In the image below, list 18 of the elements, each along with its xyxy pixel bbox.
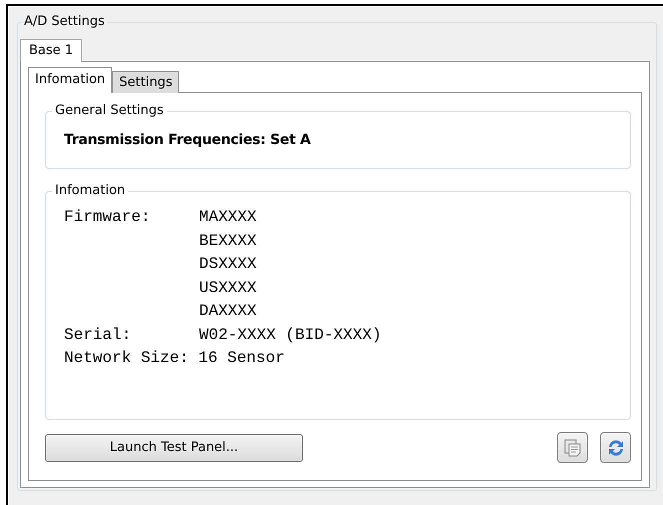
copy-icon[interactable] — [557, 432, 588, 463]
firmware-value: MAXXXX — [199, 207, 257, 228]
group-title: General Settings — [52, 103, 167, 118]
firmware-label: Firmware: — [64, 207, 152, 228]
firmware-value: DSXXXX — [199, 254, 257, 275]
tab[interactable]: Base 1 — [20, 39, 82, 62]
firmware-value: BEXXXX — [199, 230, 257, 252]
firmware-value: DAXXXX — [199, 301, 257, 322]
frequency-text: Transmission Frequencies: Set A — [64, 132, 311, 148]
launch-button[interactable]: Launch Test Panel... — [45, 434, 303, 462]
network-size-text: Network Size: 16 Sensor — [64, 348, 285, 369]
tab[interactable]: Settings — [112, 71, 180, 93]
serial-value: W02-XXXX (BID-XXXX) — [199, 324, 382, 346]
tab[interactable]: Infomation — [28, 67, 112, 93]
firmware-value: USXXXX — [199, 278, 257, 298]
group-title: A/D Settings — [22, 14, 107, 29]
serial-label: Serial: — [64, 324, 132, 346]
refresh-icon[interactable] — [600, 432, 631, 463]
